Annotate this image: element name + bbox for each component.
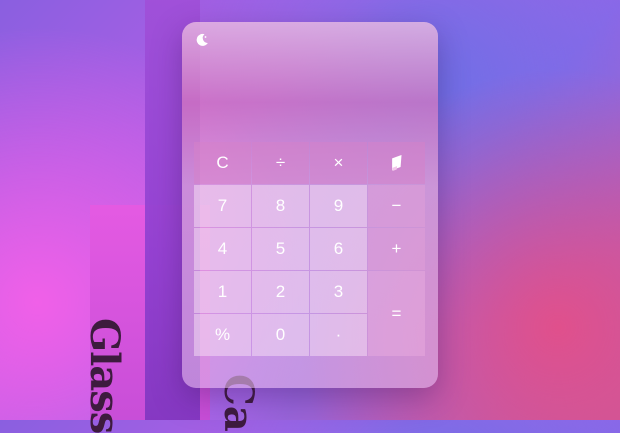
key-0[interactable]: 0	[252, 314, 309, 356]
add-button-label: +	[391, 239, 402, 258]
equals-button[interactable]: =	[368, 271, 425, 356]
key-9-label: 9	[333, 196, 344, 215]
subtract-button[interactable]: −	[368, 185, 425, 227]
keypad: C ÷ × 7 8 9 − 4 5 6 +1 2 3 =% 0 ·	[194, 142, 426, 357]
key-5[interactable]: 5	[252, 228, 309, 270]
decimal-button-label: ·	[335, 325, 342, 344]
clear-button[interactable]: C	[194, 142, 251, 184]
decimal-button[interactable]: ·	[310, 314, 367, 356]
key-3-label: 3	[333, 282, 344, 301]
key-6-label: 6	[333, 239, 344, 258]
equals-button-label: =	[391, 303, 402, 323]
key-3[interactable]: 3	[310, 271, 367, 313]
key-0-label: 0	[275, 325, 286, 344]
key-8[interactable]: 8	[252, 185, 309, 227]
eraser-icon	[391, 155, 402, 171]
key-7[interactable]: 7	[194, 185, 251, 227]
key-9[interactable]: 9	[310, 185, 367, 227]
moon-icon	[196, 33, 208, 46]
divide-button[interactable]: ÷	[252, 142, 309, 184]
key-5-label: 5	[275, 239, 286, 258]
background-title: Glass	[81, 318, 128, 433]
key-7-label: 7	[217, 196, 228, 215]
percent-button[interactable]: %	[194, 314, 251, 356]
subtract-button-label: −	[391, 196, 402, 215]
percent-button-label: %	[214, 325, 231, 344]
backspace-button[interactable]	[368, 142, 425, 184]
multiply-button-label: ×	[333, 153, 344, 172]
key-2-label: 2	[275, 282, 286, 301]
multiply-button[interactable]: ×	[310, 142, 367, 184]
key-4-label: 4	[217, 239, 228, 258]
key-8-label: 8	[275, 196, 286, 215]
theme-toggle-button[interactable]	[190, 28, 214, 52]
clear-button-label: C	[216, 153, 229, 172]
key-4[interactable]: 4	[194, 228, 251, 270]
key-2[interactable]: 2	[252, 271, 309, 313]
divide-button-label: ÷	[275, 153, 286, 172]
calculator-display	[194, 62, 426, 142]
key-1[interactable]: 1	[194, 271, 251, 313]
key-1-label: 1	[217, 282, 228, 301]
calculator-panel: C ÷ × 7 8 9 − 4 5 6 +1 2 3 =% 0 ·	[182, 22, 438, 388]
add-button[interactable]: +	[368, 228, 425, 270]
key-6[interactable]: 6	[310, 228, 367, 270]
